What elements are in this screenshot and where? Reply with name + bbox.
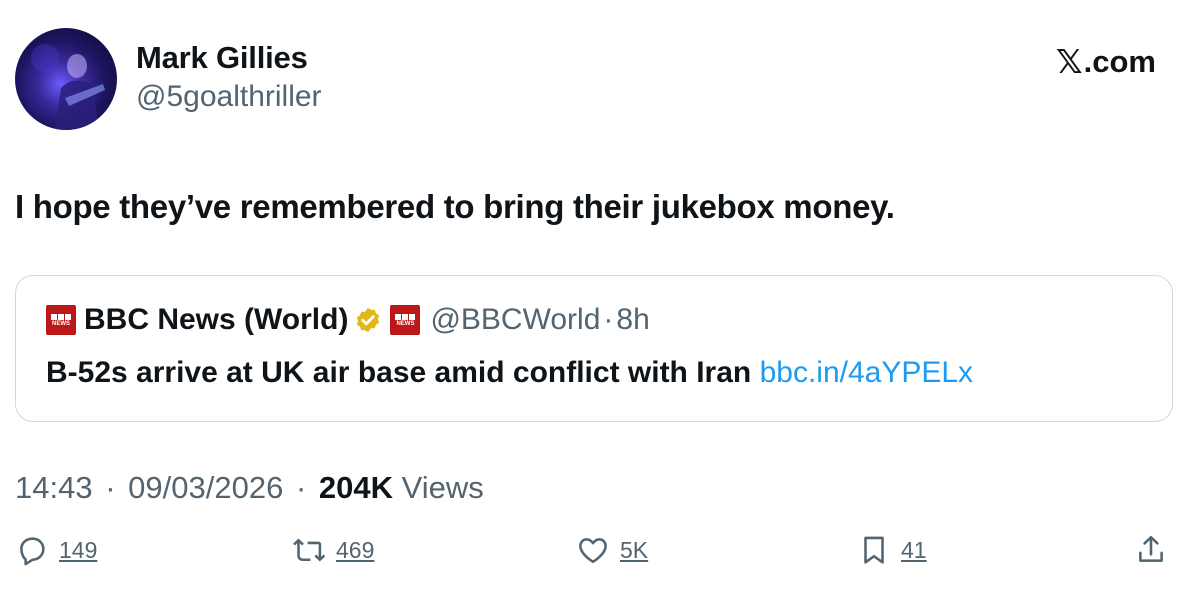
views-count[interactable]: 204K (319, 470, 393, 505)
quoted-tweet-age[interactable]: 8h (616, 303, 649, 337)
quoted-tweet-header: NEWS BBC News (World) NEWS @BBCWorld · 8… (46, 303, 650, 337)
bbc-news-avatar-icon[interactable]: NEWS (46, 305, 76, 335)
quoted-author-handle[interactable]: @BBCWorld (430, 303, 600, 337)
separator-dot: · (603, 303, 614, 336)
bookmark-icon (864, 536, 884, 564)
avatar[interactable] (15, 28, 117, 130)
like-count[interactable]: 5K (620, 537, 648, 564)
bbc-news-logo-icon: NEWS (390, 305, 421, 335)
tweet-date[interactable]: 09/03/2026 (128, 470, 283, 505)
reply-count[interactable]: 149 (59, 537, 97, 564)
quoted-tweet-card[interactable]: NEWS BBC News (World) NEWS @BBCWorld · 8… (15, 275, 1173, 422)
separator-dot: · (295, 470, 307, 505)
quoted-tweet-link[interactable]: bbc.in/4aYPELx (760, 356, 973, 389)
tweet-time[interactable]: 14:43 (15, 470, 93, 505)
share-icon (1139, 535, 1163, 562)
heart-icon (579, 538, 607, 564)
repost-icon (293, 538, 326, 562)
author-display-name[interactable]: Mark Gillies (136, 40, 308, 76)
x-brand-logo: 𝕏 .com (1056, 42, 1156, 81)
action-bar: 149 469 5K 41 (0, 533, 1200, 577)
quoted-author-name[interactable]: BBC News (World) (84, 303, 348, 337)
share-button[interactable] (1134, 533, 1168, 567)
quoted-tweet-text: B-52s arrive at UK air base amid conflic… (46, 356, 973, 390)
reply-icon (20, 537, 45, 566)
repost-button[interactable]: 469 (292, 533, 374, 567)
views-label: Views (401, 470, 484, 505)
bookmark-count[interactable]: 41 (901, 537, 927, 564)
tweet-text: I hope they’ve remembered to bring their… (15, 188, 895, 225)
brand-domain: .com (1083, 43, 1156, 79)
avatar-image (31, 44, 105, 130)
bookmark-button[interactable]: 41 (857, 533, 927, 567)
repost-count[interactable]: 469 (336, 537, 374, 564)
tweet-screenshot: Mark Gillies @5goalthriller 𝕏 .com I hop… (0, 0, 1200, 609)
separator-dot: · (105, 470, 116, 505)
like-button[interactable]: 5K (576, 533, 648, 567)
tweet-meta: 14:43 · 09/03/2026 · 204K Views (15, 470, 484, 506)
x-logo-icon: 𝕏 (1056, 43, 1083, 80)
author-handle[interactable]: @5goalthriller (136, 80, 322, 114)
verified-badge-icon (357, 307, 380, 333)
reply-button[interactable]: 149 (15, 533, 97, 567)
quoted-tweet-body: B-52s arrive at UK air base amid conflic… (46, 356, 760, 389)
